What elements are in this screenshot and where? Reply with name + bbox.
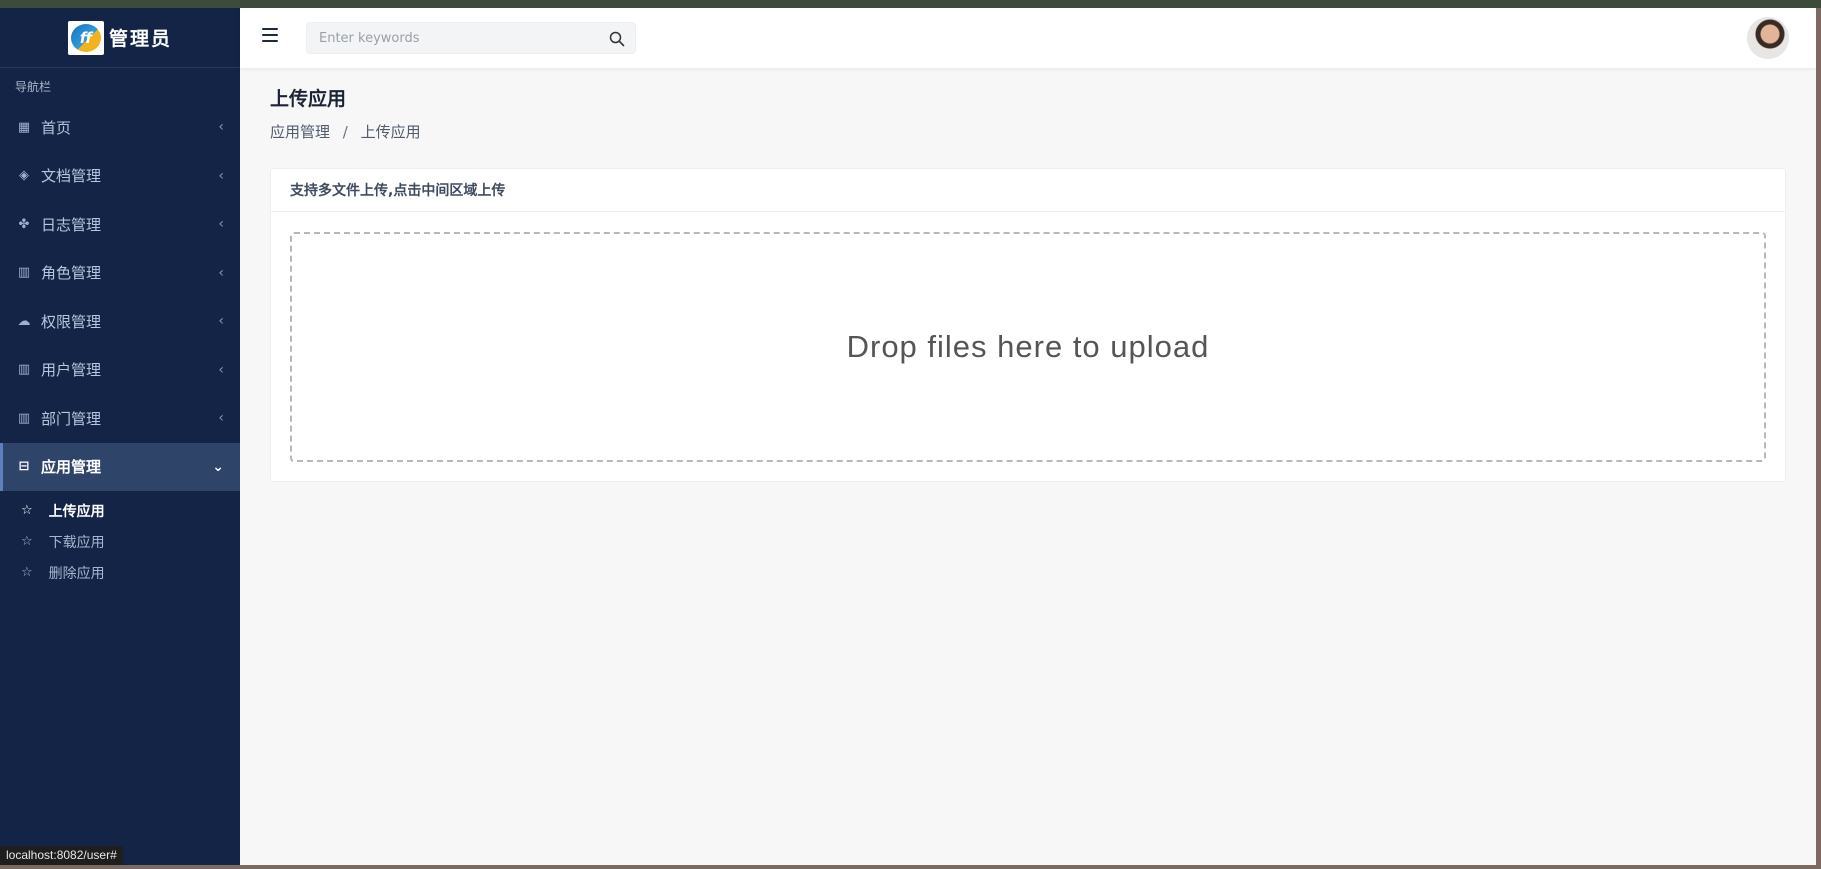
sidebar-item-users[interactable]: ▥ 用户管理 ‹ [0,346,240,395]
app-window: ff 管理员 导航栏 ▦ 首页 ‹ ◈ 文档管理 ‹ ✤ 日志管理 ‹ ▥ 角色… [0,8,1816,865]
search-box [306,22,636,54]
chevron-left-icon: ‹ [218,167,224,184]
sidebar-item-label: 日志管理 [41,215,102,234]
breadcrumb-separator: / [342,123,348,141]
layers-icon: ◈ [19,168,29,184]
sidebar-item-documents[interactable]: ◈ 文档管理 ‹ [0,152,240,201]
sidebar-item-home[interactable]: ▦ 首页 ‹ [0,103,240,152]
main-content: 上传应用 应用管理 / 上传应用 支持多文件上传,点击中间区域上传 Drop f… [270,68,1786,482]
dashboard-icon: ▦ [17,119,31,135]
window-top-strip [0,0,1821,8]
top-header [240,8,1816,68]
sidebar-item-applications[interactable]: ⊟ 应用管理 ⌄ [0,442,240,491]
file-dropzone[interactable]: Drop files here to upload [290,232,1766,462]
sidebar-item-departments[interactable]: ▥ 部门管理 ‹ [0,394,240,443]
sidebar-item-label: 用户管理 [41,361,102,380]
gamepad-icon: ✤ [18,216,30,232]
sidebar-item-label: 文档管理 [41,167,102,186]
bar-chart-icon: ▥ [17,410,31,426]
search-icon[interactable] [609,31,625,47]
bar-chart-icon: ▥ [17,362,31,378]
chevron-down-icon: ⌄ [212,458,224,475]
chevron-left-icon: ‹ [218,119,224,136]
star-icon: ☆ [21,565,33,580]
status-bar-url: localhost:8082/user# [0,846,123,865]
breadcrumb: 应用管理 / 上传应用 [270,121,1786,142]
submenu-item-label: 下载应用 [48,534,105,551]
sidebar-item-roles[interactable]: ▥ 角色管理 ‹ [0,249,240,298]
bar-chart-icon: ▥ [17,265,31,281]
submenu-item-download-app[interactable]: ☆ 下载应用 [0,526,240,557]
menu-toggle-icon[interactable] [262,28,278,42]
briefcase-icon: ⊟ [18,459,30,475]
chevron-left-icon: ‹ [218,410,224,427]
submenu-item-upload-app[interactable]: ☆ 上传应用 [0,495,240,526]
star-icon: ☆ [21,534,33,549]
brand[interactable]: ff 管理员 [0,8,240,68]
search-input[interactable] [307,23,635,53]
breadcrumb-current: 上传应用 [360,123,421,141]
nav-heading: 导航栏 [15,80,52,94]
page-title: 上传应用 [270,88,347,110]
sidebar-item-permissions[interactable]: ☁ 权限管理 ‹ [0,297,240,346]
brand-name: 管理员 [108,28,172,50]
sidebar-item-label: 角色管理 [41,264,102,283]
chevron-left-icon: ‹ [218,313,224,330]
logo-mark: ff [70,23,101,52]
avatar[interactable] [1748,18,1788,58]
sidebar-item-logs[interactable]: ✤ 日志管理 ‹ [0,200,240,249]
sidebar-item-label: 首页 [41,118,72,137]
star-icon: ☆ [21,503,33,518]
submenu-item-label: 上传应用 [48,503,105,520]
sidebar-item-label: 权限管理 [41,312,102,331]
sidebar-item-label: 部门管理 [41,409,102,428]
submenu-item-delete-app[interactable]: ☆ 删除应用 [0,557,240,588]
chevron-left-icon: ‹ [218,264,224,281]
chevron-left-icon: ‹ [218,216,224,233]
sidebar: ff 管理员 导航栏 ▦ 首页 ‹ ◈ 文档管理 ‹ ✤ 日志管理 ‹ ▥ 角色… [0,8,240,865]
upload-card: 支持多文件上传,点击中间区域上传 Drop files here to uplo… [270,168,1786,482]
sidebar-item-label: 应用管理 [41,458,102,477]
breadcrumb-link-applications[interactable]: 应用管理 [270,123,330,141]
logo-icon: ff [67,20,104,55]
chevron-left-icon: ‹ [218,361,224,378]
card-title: 支持多文件上传,点击中间区域上传 [271,169,1785,212]
card-body: Drop files here to upload [271,212,1785,481]
submenu-item-label: 删除应用 [48,565,105,582]
cloud-check-icon: ☁ [17,313,31,329]
applications-submenu: ☆ 上传应用 ☆ 下载应用 ☆ 删除应用 [0,491,240,588]
dropzone-message: Drop files here to upload [846,329,1210,364]
